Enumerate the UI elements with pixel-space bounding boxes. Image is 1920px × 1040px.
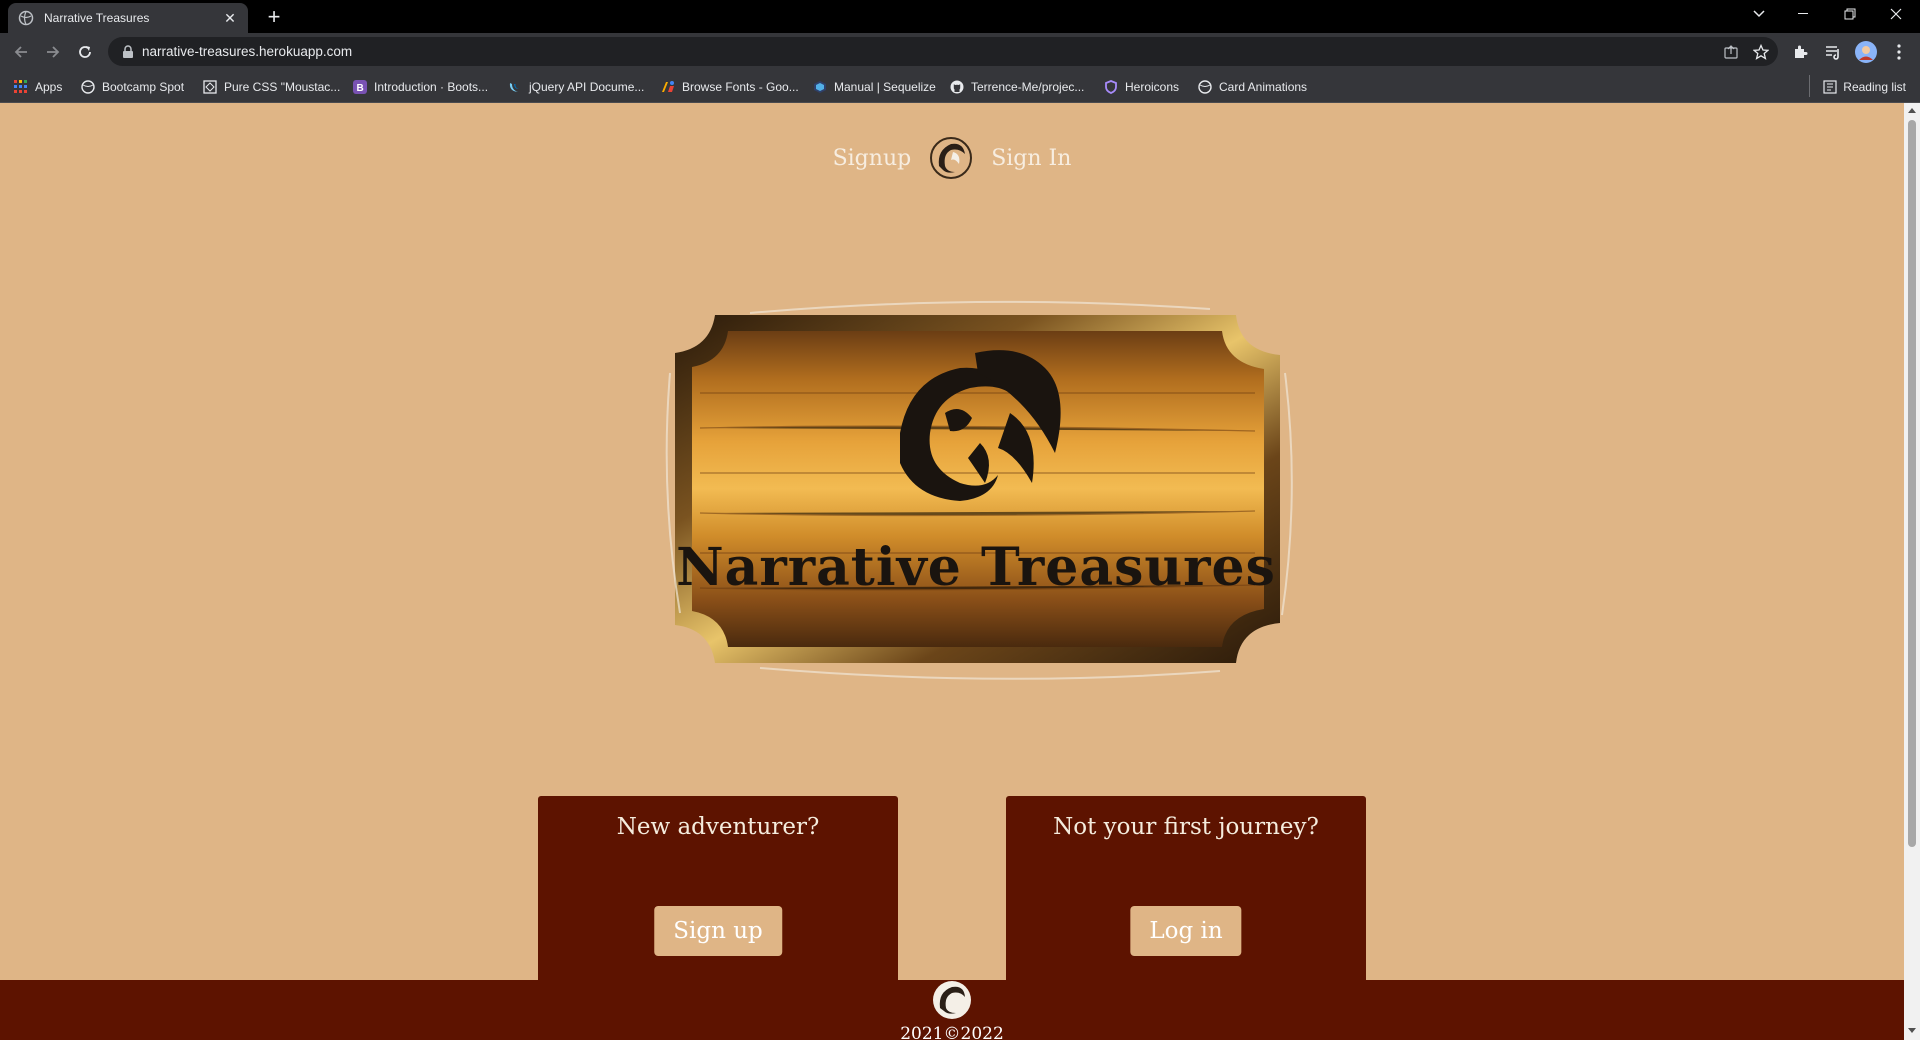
scrollbar-thumb[interactable] [1908, 120, 1916, 847]
browser-toolbar: narrative-treasures.herokuapp.com [0, 33, 1920, 70]
bookmark-sequelize[interactable]: Manual | Sequelize [812, 78, 936, 96]
reload-icon [79, 46, 91, 58]
arrow-right-icon [47, 46, 60, 58]
arrow-left-icon [14, 46, 27, 58]
browser-tab[interactable]: Narrative Treasures ✕ [8, 3, 248, 33]
close-window-button[interactable] [1874, 0, 1918, 28]
bookmark-heroicons[interactable]: Heroicons [1103, 78, 1179, 96]
bookmark-label: Introduction · Boots... [374, 80, 489, 94]
tab-search-icon[interactable] [1737, 0, 1781, 28]
hero-wooden-sign: Narrative Treasures [665, 300, 1293, 680]
tab-title: Narrative Treasures [44, 11, 150, 25]
bookmark-google-fonts[interactable]: Browse Fonts - Goo... [660, 78, 799, 96]
dragon-footer-logo-icon [933, 981, 971, 1019]
bookmark-apps[interactable]: Apps [13, 78, 62, 96]
top-nav: Signup Sign In [0, 133, 1904, 183]
tab-strip: Narrative Treasures ✕ + [0, 0, 1920, 33]
bookmark-star-icon[interactable] [1748, 37, 1774, 66]
url-text: narrative-treasures.herokuapp.com [142, 44, 353, 59]
reading-list-label: Reading list [1843, 80, 1906, 94]
page-viewport: Signup Sign In Narrative Treasures New a… [0, 103, 1904, 1040]
forward-button[interactable] [40, 39, 66, 65]
bookmarks-bar: Apps Bootcamp Spot Pure CSS "Moustac... … [0, 70, 1920, 103]
jquery-icon [507, 79, 523, 95]
globe-icon [80, 79, 96, 95]
bookmark-label: Heroicons [1125, 80, 1180, 94]
bookmark-label: Card Animations [1219, 80, 1308, 94]
bookmark-label: Pure CSS "Moustac... [224, 80, 341, 94]
heroicons-icon [1103, 79, 1119, 95]
dragon-logo-icon[interactable] [929, 136, 973, 180]
signin-link[interactable]: Sign In [991, 146, 1071, 171]
chrome-menu-icon[interactable] [1886, 39, 1912, 65]
scroll-up-arrow-icon[interactable] [1908, 108, 1916, 113]
hero-sign-text: Narrative Treasures [676, 537, 1276, 598]
google-fonts-icon [660, 79, 676, 95]
page-footer: 2021©2022 [0, 980, 1904, 1040]
page-scrollbar[interactable] [1904, 103, 1920, 1040]
bookmark-jquery[interactable]: jQuery API Docume... [507, 78, 644, 96]
apps-grid-icon [13, 79, 29, 95]
log-in-button[interactable]: Log in [1130, 906, 1242, 956]
bookmark-pure-css[interactable]: Pure CSS "Moustac... [202, 78, 340, 96]
extensions-icon[interactable] [1787, 39, 1813, 65]
bookmark-label: jQuery API Docume... [529, 80, 645, 94]
svg-text:B: B [357, 83, 364, 94]
card-heading: New adventurer? [616, 814, 820, 840]
bookmark-label: Apps [35, 80, 63, 94]
new-tab-button[interactable]: + [262, 6, 286, 30]
github-icon [949, 79, 965, 95]
sign-up-button[interactable]: Sign up [654, 906, 782, 956]
bookmark-label: Bootcamp Spot [102, 80, 185, 94]
bookmark-github[interactable]: Terrence-Me/projec... [949, 78, 1084, 96]
media-control-icon[interactable] [1820, 39, 1846, 65]
tab-close-icon[interactable]: ✕ [222, 10, 238, 26]
bookmark-label: Terrence-Me/projec... [971, 80, 1085, 94]
sequelize-icon [812, 79, 828, 95]
bootstrap-icon: B [352, 79, 368, 95]
bookmark-label: Browse Fonts - Goo... [682, 80, 799, 94]
reload-button[interactable] [72, 39, 98, 65]
bookmark-bootstrap[interactable]: B Introduction · Boots... [352, 78, 488, 96]
bookmark-card-animations[interactable]: Card Animations [1197, 78, 1307, 96]
bookmark-label: Manual | Sequelize [834, 80, 936, 94]
bookmark-separator [1809, 75, 1810, 97]
profile-avatar[interactable] [1853, 39, 1879, 65]
globe-icon [1197, 79, 1213, 95]
lock-icon [123, 44, 133, 58]
globe-icon [18, 10, 34, 26]
bookmark-bootcamp-spot[interactable]: Bootcamp Spot [80, 78, 184, 96]
copyright-text: 2021©2022 [900, 1024, 1004, 1040]
restore-button[interactable] [1828, 0, 1872, 28]
card-heading: Not your first journey? [1053, 814, 1319, 840]
back-button[interactable] [8, 39, 34, 65]
reading-list-button[interactable]: Reading list [1823, 78, 1906, 96]
share-icon[interactable] [1718, 37, 1744, 66]
scroll-down-arrow-icon[interactable] [1908, 1028, 1916, 1033]
minimize-button[interactable] [1782, 0, 1826, 28]
signup-link[interactable]: Signup [833, 146, 912, 171]
reading-list-icon [1823, 80, 1837, 94]
codepen-icon [202, 79, 218, 95]
address-bar[interactable]: narrative-treasures.herokuapp.com [108, 37, 1778, 66]
